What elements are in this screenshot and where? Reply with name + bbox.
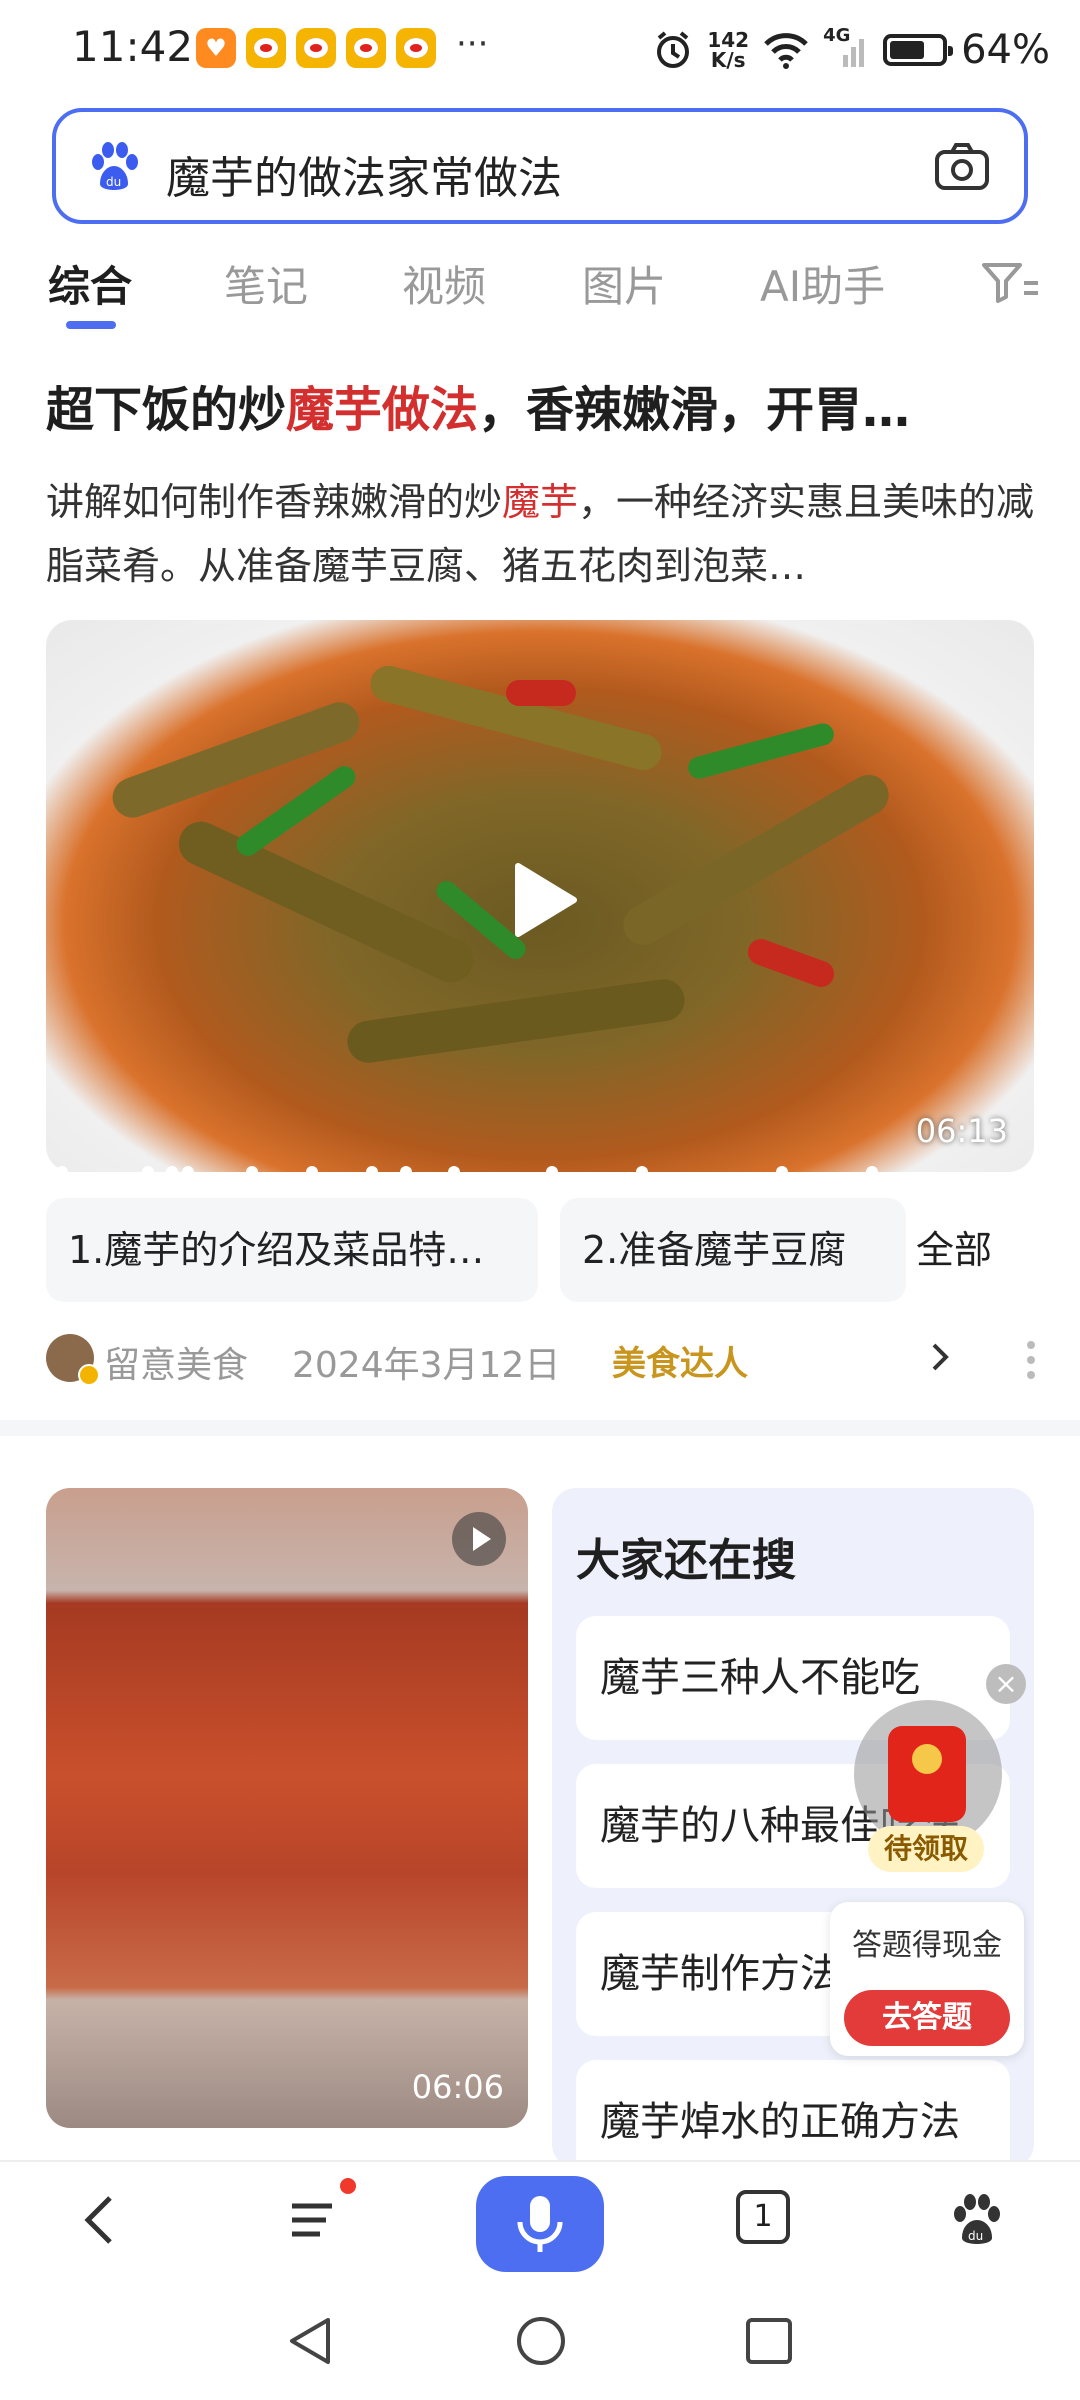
weibo-icon bbox=[246, 28, 286, 68]
video-duration: 06:06 bbox=[411, 2068, 504, 2106]
chapter-item[interactable]: 2.准备魔芋豆腐 bbox=[560, 1198, 906, 1302]
all-chapters-label: 全部 bbox=[916, 1228, 993, 1272]
video-chapter-markers bbox=[46, 1160, 1034, 1180]
desc-highlight: 魔芋 bbox=[502, 480, 579, 524]
chapter-marker bbox=[400, 1166, 412, 1178]
more-options-icon[interactable] bbox=[1026, 1340, 1036, 1380]
chapter-marker bbox=[636, 1166, 648, 1178]
chapter-item[interactable]: 1.魔芋的介绍及菜品特… bbox=[46, 1198, 538, 1302]
baidu-home-icon[interactable]: du bbox=[946, 2190, 1006, 2250]
status-indicators: 142 K/s 4G 64% bbox=[653, 22, 1050, 78]
chapter-marker bbox=[182, 1166, 194, 1178]
more-notifications-icon: ··· bbox=[456, 24, 489, 64]
bottom-nav: 1 du bbox=[0, 2160, 1080, 2280]
back-icon[interactable] bbox=[72, 2190, 132, 2250]
play-icon[interactable] bbox=[452, 1512, 506, 1566]
result-description[interactable]: 讲解如何制作香辣嫩滑的炒魔芋，一种经济实惠且美味的减脂菜肴。从准备魔芋豆腐、猪五… bbox=[46, 470, 1036, 598]
video-thumbnail[interactable]: 06:13 bbox=[46, 620, 1034, 1172]
system-nav-bar bbox=[0, 2280, 1080, 2400]
camera-icon[interactable] bbox=[934, 142, 990, 192]
chapter-marker bbox=[776, 1166, 788, 1178]
tab-images[interactable]: 图片 bbox=[582, 253, 666, 314]
net-speed-unit: K/s bbox=[710, 48, 746, 72]
tabs-count-icon[interactable]: 1 bbox=[736, 2190, 790, 2244]
menu-icon[interactable] bbox=[282, 2190, 342, 2250]
weibo-icon bbox=[396, 28, 436, 68]
chapter-marker bbox=[142, 1166, 154, 1178]
filter-icon[interactable] bbox=[980, 259, 1040, 305]
net-speed: 142 K/s bbox=[707, 30, 749, 70]
network-type: 4G bbox=[823, 25, 851, 46]
result-title[interactable]: 超下饭的炒魔芋做法，香辣嫩滑，开胃… bbox=[46, 370, 1036, 440]
system-home-icon[interactable] bbox=[514, 2314, 568, 2368]
svg-text:du: du bbox=[968, 2229, 983, 2243]
result-meta: 留意美食 2024年3月12日 美食达人 bbox=[46, 1330, 1036, 1390]
related-searches-title: 大家还在搜 bbox=[576, 1535, 796, 1586]
baidu-paw-icon: du bbox=[92, 142, 138, 190]
chapter-marker bbox=[166, 1166, 178, 1178]
tab-ai-assistant[interactable]: AI助手 bbox=[760, 253, 885, 314]
answer-quiz-button[interactable]: 去答题 bbox=[844, 1990, 1010, 2046]
pending-badge[interactable]: 待领取 bbox=[868, 1826, 984, 1872]
all-chapters-button[interactable]: 全部 bbox=[906, 1198, 1036, 1370]
clock: 11:42 bbox=[72, 22, 194, 71]
wifi-icon bbox=[764, 33, 808, 69]
chapter-marker bbox=[448, 1166, 460, 1178]
battery-icon bbox=[883, 34, 954, 66]
health-app-icon: ♥ bbox=[196, 28, 236, 68]
food-image bbox=[232, 761, 360, 861]
tab-comprehensive[interactable]: 综合 bbox=[48, 253, 132, 314]
chapter-marker bbox=[366, 1166, 378, 1178]
food-image bbox=[685, 720, 837, 782]
section-divider bbox=[0, 1420, 1080, 1436]
chapter-marker bbox=[546, 1166, 558, 1178]
notification-dot bbox=[340, 2178, 356, 2194]
food-image bbox=[744, 935, 838, 991]
search-query[interactable]: 魔芋的做法家常做法 bbox=[166, 142, 562, 206]
desc-text: 讲解如何制作香辣嫩滑的炒 bbox=[46, 480, 503, 524]
status-bar: 11:42 ♥ ··· 142 K/s 4G 64% bbox=[0, 0, 1080, 100]
title-text: ，香辣嫩滑，开胃… bbox=[478, 382, 911, 438]
net-speed-value: 142 bbox=[707, 28, 750, 52]
battery-percent: 64% bbox=[961, 27, 1050, 73]
chapter-list: 1.魔芋的介绍及菜品特… 2.准备魔芋豆腐 全部 bbox=[46, 1198, 1036, 1370]
tab-notes[interactable]: 笔记 bbox=[224, 253, 308, 314]
chapter-marker bbox=[56, 1166, 68, 1178]
food-image bbox=[506, 680, 576, 706]
voice-search-button[interactable] bbox=[476, 2176, 604, 2272]
food-image bbox=[171, 814, 481, 990]
food-image bbox=[106, 696, 366, 824]
play-icon[interactable] bbox=[510, 860, 580, 940]
tab-video[interactable]: 视频 bbox=[402, 253, 486, 314]
quiz-cash-card: 答题得现金 去答题 bbox=[830, 1902, 1024, 2056]
food-image bbox=[366, 661, 666, 775]
title-highlight: 魔芋做法 bbox=[286, 382, 479, 438]
author-tag: 美食达人 bbox=[612, 1344, 748, 1384]
active-tab-indicator bbox=[66, 321, 116, 329]
cellular-signal-icon: 4G bbox=[823, 25, 869, 71]
microphone-icon bbox=[517, 2196, 563, 2252]
red-packet-icon[interactable] bbox=[888, 1726, 966, 1822]
verified-badge-icon bbox=[78, 1364, 100, 1386]
result-tabs: 综合 笔记 视频 图片 AI助手 bbox=[0, 245, 1080, 335]
svg-text:du: du bbox=[106, 175, 121, 189]
system-back-icon[interactable] bbox=[284, 2314, 334, 2368]
close-icon[interactable]: × bbox=[986, 1664, 1026, 1704]
weibo-icon bbox=[296, 28, 336, 68]
chapter-marker bbox=[306, 1166, 318, 1178]
author-name[interactable]: 留意美食 bbox=[104, 1336, 248, 1388]
food-image bbox=[616, 767, 896, 953]
chapter-marker bbox=[866, 1166, 878, 1178]
weibo-icon bbox=[346, 28, 386, 68]
system-recents-icon[interactable] bbox=[744, 2316, 794, 2366]
search-input[interactable]: du 魔芋的做法家常做法 bbox=[52, 108, 1028, 224]
alarm-icon bbox=[657, 31, 690, 68]
quiz-cash-text: 答题得现金 bbox=[852, 1928, 1002, 1963]
food-image bbox=[344, 976, 688, 1066]
video-duration: 06:13 bbox=[915, 1112, 1008, 1150]
video-thumbnail[interactable]: 06:06 bbox=[46, 1488, 528, 2128]
publish-date: 2024年3月12日 bbox=[292, 1345, 561, 1386]
chapter-marker bbox=[246, 1166, 258, 1178]
title-text: 超下饭的炒 bbox=[46, 382, 287, 438]
